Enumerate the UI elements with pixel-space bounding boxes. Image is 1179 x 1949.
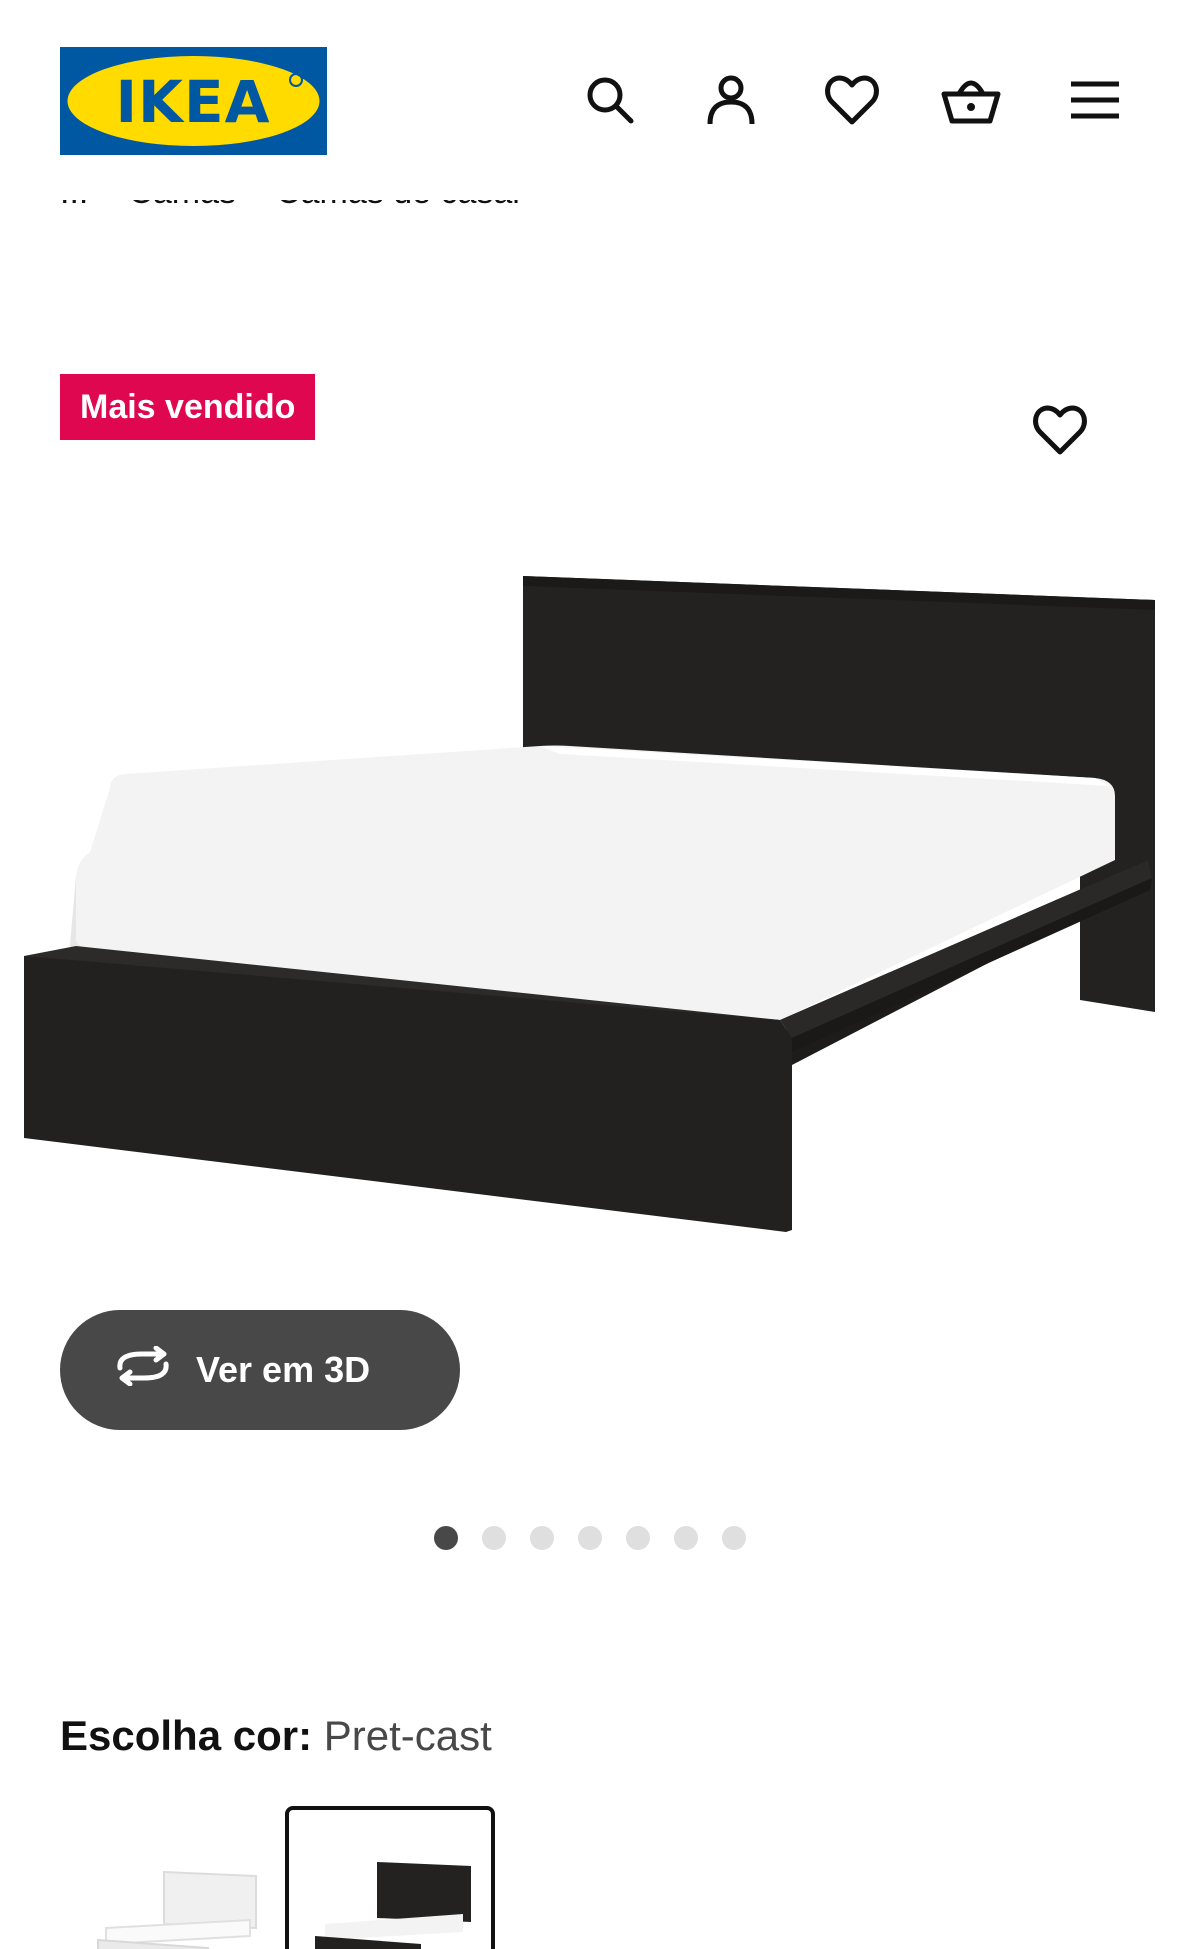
- logo-text: IKEA: [115, 68, 270, 136]
- carousel-dot[interactable]: [577, 1526, 602, 1550]
- carousel-dot[interactable]: [529, 1526, 554, 1550]
- basket-icon[interactable]: [941, 70, 1001, 130]
- image-carousel-dots: [0, 1526, 1179, 1550]
- product-image[interactable]: [0, 560, 1179, 1250]
- breadcrumb: ... Camas Camas de casal: [60, 195, 520, 229]
- color-swatch-white[interactable]: [70, 1806, 280, 1949]
- user-icon[interactable]: [701, 70, 761, 130]
- color-swatch-black-brown[interactable]: [285, 1806, 495, 1949]
- carousel-dot[interactable]: [673, 1526, 698, 1550]
- view-in-3d-label: Ver em 3D: [196, 1349, 371, 1390]
- favourite-heart-icon[interactable]: [1030, 400, 1090, 460]
- rotate-3d-icon: [112, 1345, 174, 1395]
- site-header: IKEA: [0, 0, 1179, 200]
- bestseller-badge: Mais vendido: [60, 374, 316, 440]
- carousel-dot[interactable]: [721, 1526, 746, 1550]
- carousel-dot[interactable]: [625, 1526, 650, 1550]
- color-choice-label: Escolha cor:: [60, 1712, 313, 1759]
- color-choice: Escolha cor: Pret-cast: [60, 1712, 492, 1760]
- carousel-dot[interactable]: [433, 1526, 458, 1550]
- ikea-logo[interactable]: IKEA: [60, 47, 327, 155]
- carousel-dot[interactable]: [481, 1526, 506, 1550]
- menu-icon[interactable]: [1065, 70, 1125, 130]
- view-in-3d-button[interactable]: Ver em 3D: [60, 1310, 460, 1430]
- heart-icon[interactable]: [822, 70, 882, 130]
- color-choice-value: Pret-cast: [323, 1712, 492, 1759]
- search-icon[interactable]: [580, 70, 640, 130]
